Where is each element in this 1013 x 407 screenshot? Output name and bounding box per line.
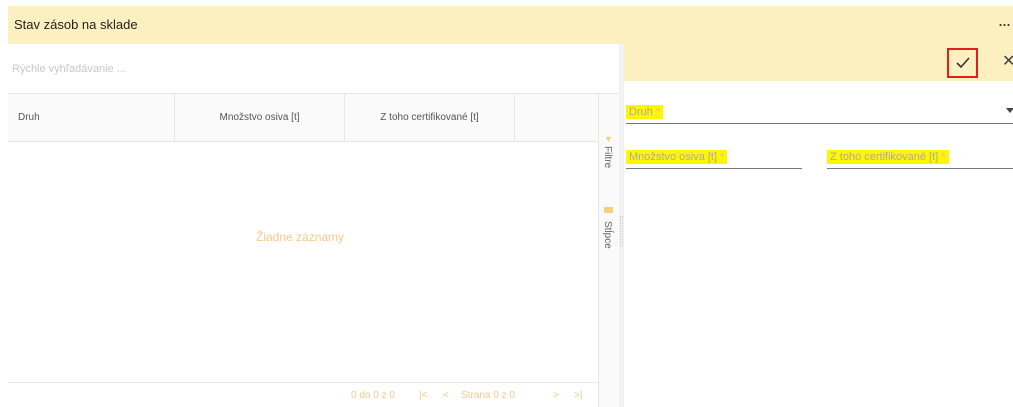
filter-icon: ▼: [604, 134, 613, 144]
first-page-button[interactable]: |<: [419, 390, 427, 401]
title-bar: Stav zásob na sklade ...: [8, 6, 1013, 44]
filters-tab[interactable]: ▼ Filtre: [599, 134, 619, 194]
column-header-empty: [515, 94, 598, 142]
certifikovane-field[interactable]: Z toho certifikované [t] *: [827, 147, 1013, 169]
filters-tab-label: Filtre: [602, 146, 613, 169]
pager-range: 0 do 0 z 0: [351, 390, 395, 401]
druh-label: Druh *: [626, 105, 664, 119]
grid-header: Druh Množstvo osiva [t] Z toho certifiko…: [8, 94, 598, 142]
close-button[interactable]: ✕: [1002, 52, 1013, 72]
checkmark-icon: [956, 57, 970, 69]
no-records-message: Žiadne záznamy: [256, 230, 345, 244]
last-page-button[interactable]: >|: [574, 390, 582, 401]
columns-tab-label: Stĺpce: [602, 221, 613, 249]
dropdown-arrow-icon[interactable]: [1006, 108, 1013, 113]
confirm-button[interactable]: [947, 48, 978, 78]
splitter-grip-icon[interactable]: [620, 216, 623, 246]
mnozstvo-osiva-label: Množstvo osiva [t] *: [626, 150, 728, 164]
grid-body: Žiadne záznamy: [8, 142, 598, 382]
quick-search-input[interactable]: [8, 44, 618, 94]
more-options-button[interactable]: ...: [998, 11, 1011, 29]
detail-toolbar: ✕: [624, 44, 1013, 81]
prev-page-button[interactable]: <: [443, 390, 449, 401]
detail-panel: ✕ Druh * Množstvo osiva [t] * Z toho cer…: [624, 44, 1013, 407]
mnozstvo-osiva-field[interactable]: Množstvo osiva [t] *: [626, 147, 802, 169]
next-page-button[interactable]: >: [553, 390, 559, 401]
page-title: Stav zásob na sklade: [14, 17, 138, 32]
pagination-bar: 0 do 0 z 0 |< < Strana 0 z 0 > >|: [8, 382, 598, 407]
column-header-druh[interactable]: Druh: [8, 94, 175, 142]
columns-tab[interactable]: Stĺpce: [599, 207, 619, 277]
column-header-mnozstvo[interactable]: Množstvo osiva [t]: [175, 94, 345, 142]
tool-panel-strip: ▼ Filtre Stĺpce: [598, 94, 618, 407]
certifikovane-label: Z toho certifikované [t] *: [827, 150, 949, 164]
grid-panel: Druh Množstvo osiva [t] Z toho certifiko…: [8, 44, 618, 407]
column-header-certifikovane[interactable]: Z toho certifikované [t]: [345, 94, 515, 142]
columns-icon: [604, 207, 613, 213]
pager-page-label: Strana 0 z 0: [461, 390, 515, 401]
druh-select[interactable]: Druh *: [626, 102, 1013, 124]
